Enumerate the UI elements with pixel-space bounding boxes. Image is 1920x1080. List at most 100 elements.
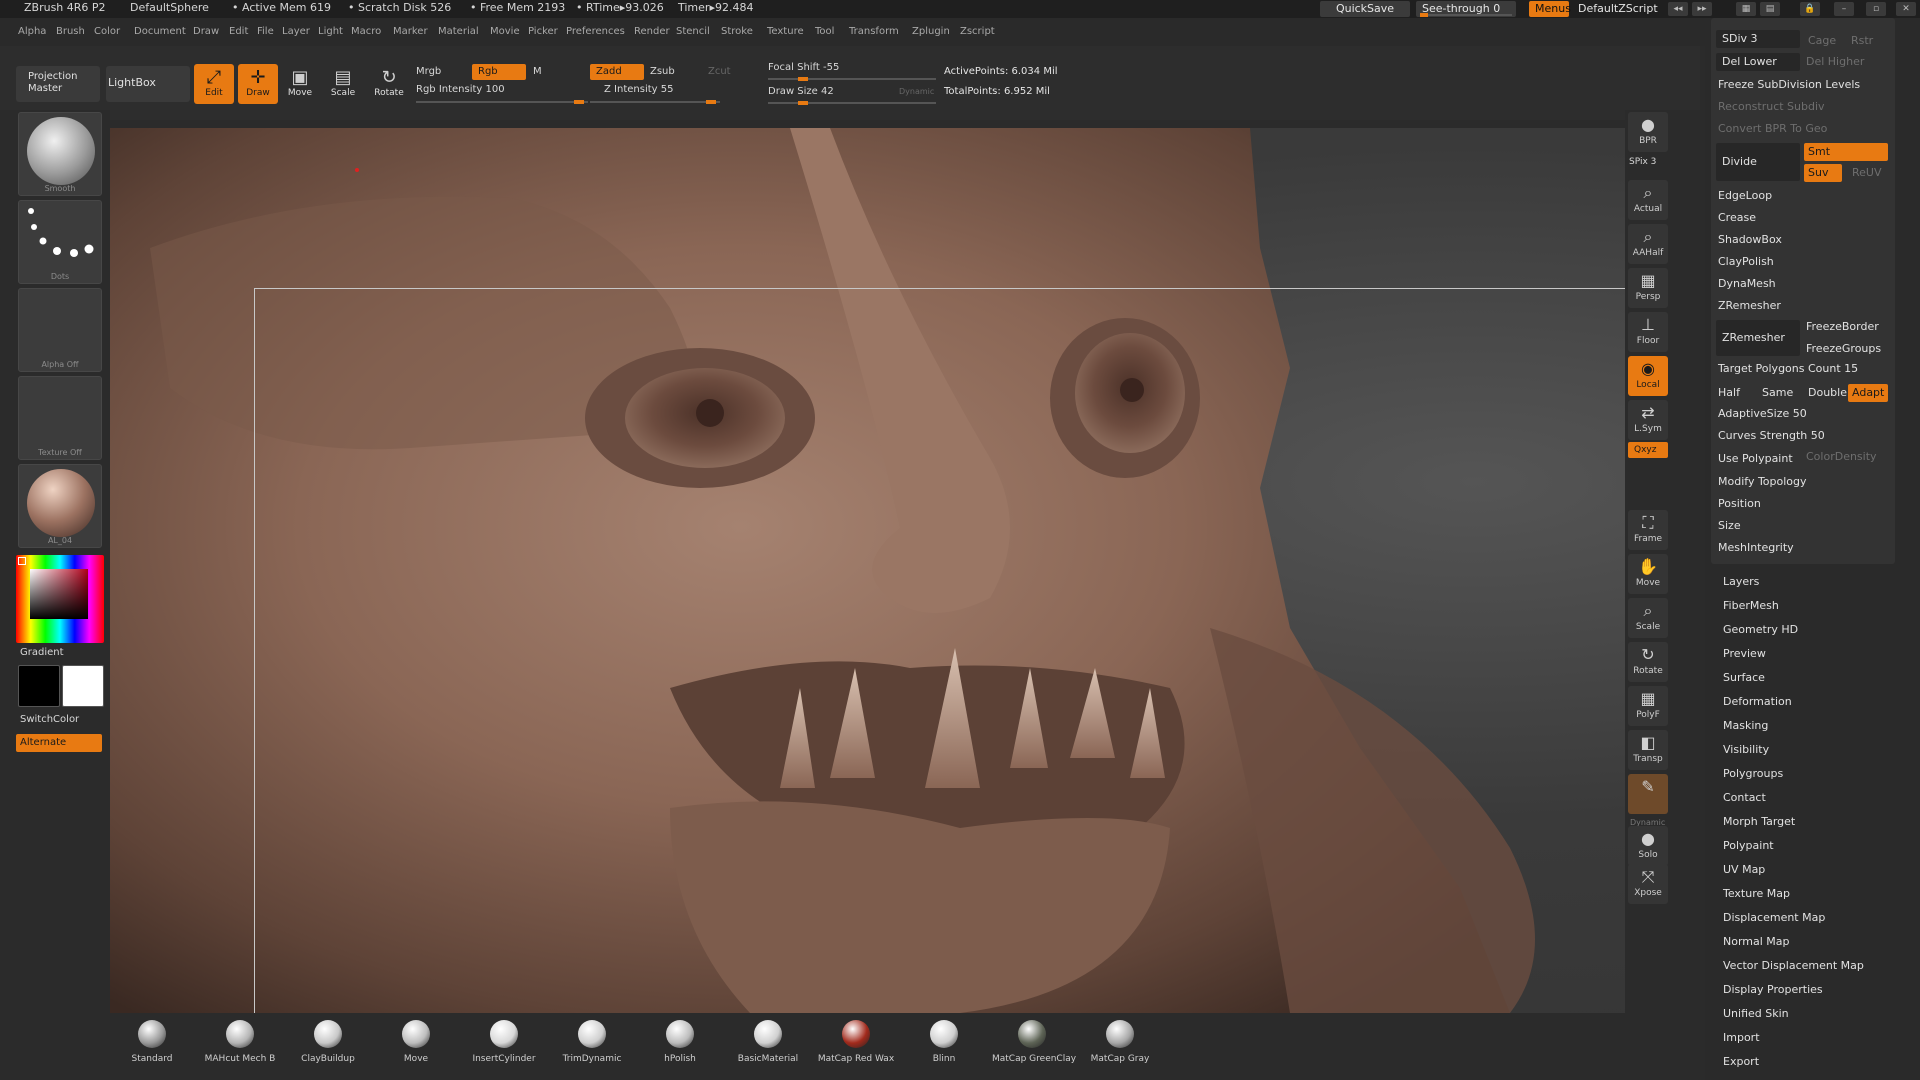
menu-marker[interactable]: Marker <box>393 26 428 37</box>
bpr-button[interactable]: ● BPR <box>1628 112 1668 152</box>
draw-size-track[interactable] <box>768 101 936 105</box>
half-button[interactable]: Half <box>1718 384 1740 402</box>
frame-button[interactable]: ⛶ Frame <box>1628 510 1668 550</box>
xpose-button[interactable]: ⤧ Xpose <box>1628 864 1668 904</box>
menu-color[interactable]: Color <box>94 26 120 37</box>
maximize-icon[interactable]: ▫ <box>1866 2 1886 16</box>
freeze-border-button[interactable]: FreezeBorder <box>1806 318 1879 336</box>
menu-transform[interactable]: Transform <box>849 26 899 37</box>
color-picker-handle[interactable] <box>18 557 26 565</box>
layout-icon[interactable]: ▦ <box>1736 2 1756 16</box>
rgb-button[interactable]: Rgb <box>472 64 526 80</box>
subpalette-displacement-map[interactable]: Displacement Map <box>1723 911 1825 924</box>
focal-shift-track[interactable] <box>768 77 936 81</box>
subpalette-vector-displacement-map[interactable]: Vector Displacement Map <box>1723 959 1864 972</box>
solo-button[interactable]: ● Solo <box>1628 826 1668 866</box>
zremesher-header[interactable]: ZRemesher <box>1718 297 1781 315</box>
edit-mode-button[interactable]: ⤢ Edit <box>194 64 234 104</box>
actual-button[interactable]: ⌕ Actual <box>1628 180 1668 220</box>
suv-toggle[interactable]: Suv <box>1804 164 1842 182</box>
menu-stencil[interactable]: Stencil <box>676 26 710 37</box>
texture-selector[interactable]: Texture Off <box>18 376 102 460</box>
crease-button[interactable]: Crease <box>1718 209 1756 227</box>
quicksave-button[interactable]: QuickSave <box>1320 1 1410 17</box>
divide-button[interactable]: Divide <box>1716 143 1800 181</box>
menus-toggle[interactable]: Menus <box>1529 1 1571 17</box>
subpalette-uv-map[interactable]: UV Map <box>1723 863 1765 876</box>
default-zscript-button[interactable]: DefaultZScript <box>1572 1 1662 17</box>
mesh-integrity-button[interactable]: MeshIntegrity <box>1718 539 1794 557</box>
adaptive-size-slider[interactable]: AdaptiveSize 50 <box>1718 405 1807 423</box>
scale-view-button[interactable]: ⌕ Scale <box>1628 598 1668 638</box>
draw-mode-button[interactable]: ✛ Draw <box>238 64 278 104</box>
subpalette-visibility[interactable]: Visibility <box>1723 743 1769 756</box>
zremesher-button[interactable]: ZRemesher <box>1716 320 1800 356</box>
menu-draw[interactable]: Draw <box>193 26 219 37</box>
menu-preferences[interactable]: Preferences <box>566 26 625 37</box>
aahalf-button[interactable]: ⌕ AAHalf <box>1628 224 1668 264</box>
rotate-view-button[interactable]: ↻ Rotate <box>1628 642 1668 682</box>
freeze-groups-button[interactable]: FreezeGroups <box>1806 340 1881 358</box>
see-through-slider[interactable]: See-through 0 <box>1416 1 1516 17</box>
freeze-subdivision-button[interactable]: Freeze SubDivision Levels <box>1718 76 1860 94</box>
brush-slot[interactable]: ClayBuildup <box>288 1020 368 1064</box>
menu-light[interactable]: Light <box>318 26 343 37</box>
rgb-intensity-slider[interactable]: Rgb Intensity 100 <box>416 82 505 98</box>
brush-slot[interactable]: TrimDynamic <box>552 1020 632 1064</box>
menu-alpha[interactable]: Alpha <box>18 26 46 37</box>
menu-zplugin[interactable]: Zplugin <box>912 26 950 37</box>
subpalette-preview[interactable]: Preview <box>1723 647 1766 660</box>
subpalette-deformation[interactable]: Deformation <box>1723 695 1792 708</box>
floor-button[interactable]: ⊥ Floor <box>1628 312 1668 352</box>
menu-brush[interactable]: Brush <box>56 26 85 37</box>
size-button[interactable]: Size <box>1718 517 1741 535</box>
brush-slot[interactable]: BasicMaterial <box>728 1020 808 1064</box>
brush-slot[interactable]: MatCap Red Wax <box>816 1020 896 1064</box>
dynamesh-button[interactable]: DynaMesh <box>1718 275 1776 293</box>
shadowbox-button[interactable]: ShadowBox <box>1718 231 1782 249</box>
menu-picker[interactable]: Picker <box>528 26 558 37</box>
menu-file[interactable]: File <box>257 26 274 37</box>
subpalette-geometry-hd[interactable]: Geometry HD <box>1723 623 1798 636</box>
brush-slot[interactable]: hPolish <box>640 1020 720 1064</box>
reconstruct-subdiv-button[interactable]: Reconstruct Subdiv <box>1718 98 1825 116</box>
brush-slot[interactable]: InsertCylinder <box>464 1020 544 1064</box>
curves-strength-slider[interactable]: Curves Strength 50 <box>1718 427 1825 445</box>
menu-material[interactable]: Material <box>438 26 479 37</box>
subpalette-import[interactable]: Import <box>1723 1031 1760 1044</box>
projection-master-button[interactable]: Projection Master <box>16 66 100 102</box>
subpalette-normal-map[interactable]: Normal Map <box>1723 935 1790 948</box>
scale-mode-button[interactable]: ▤ Scale <box>323 64 363 104</box>
menu-tool[interactable]: Tool <box>815 26 834 37</box>
xyz-button[interactable]: Qxyz <box>1628 442 1668 458</box>
secondary-color-swatch[interactable] <box>62 665 104 707</box>
brush-slot[interactable]: Blinn <box>904 1020 984 1064</box>
stroke-selector[interactable]: Dots <box>18 200 102 284</box>
subpalette-export[interactable]: Export <box>1723 1055 1759 1068</box>
zsub-button[interactable]: Zsub <box>650 64 675 80</box>
color-picker-square[interactable] <box>30 569 88 619</box>
rgb-intensity-track[interactable] <box>416 100 588 104</box>
local-button[interactable]: ◉ Local <box>1628 356 1668 396</box>
z-intensity-track[interactable] <box>590 100 720 104</box>
brush-selector[interactable]: Smooth <box>18 112 102 196</box>
persp-button[interactable]: ▦ Persp <box>1628 268 1668 308</box>
menu-edit[interactable]: Edit <box>229 26 248 37</box>
brush-slot[interactable]: Move <box>376 1020 456 1064</box>
menu-stroke[interactable]: Stroke <box>721 26 753 37</box>
minimize-icon[interactable]: – <box>1834 2 1854 16</box>
move-view-button[interactable]: ✋ Move <box>1628 554 1668 594</box>
menu-macro[interactable]: Macro <box>351 26 381 37</box>
color-picker[interactable] <box>16 555 104 643</box>
rotate-mode-button[interactable]: ↻ Rotate <box>369 64 409 104</box>
ghost-button[interactable]: ✎ <box>1628 774 1668 814</box>
lightbox-button[interactable]: LightBox <box>106 66 190 102</box>
subpalette-polypaint[interactable]: Polypaint <box>1723 839 1774 852</box>
edgeloop-button[interactable]: EdgeLoop <box>1718 187 1772 205</box>
menu-texture[interactable]: Texture <box>767 26 804 37</box>
sdiv-slider[interactable]: SDiv 3 <box>1716 30 1800 48</box>
brush-slot[interactable]: MatCap GreenClay <box>992 1020 1076 1064</box>
menu-zscript[interactable]: Zscript <box>960 26 995 37</box>
layout-alt-icon[interactable]: ▤ <box>1760 2 1780 16</box>
alternate-button[interactable]: Alternate <box>16 734 102 752</box>
